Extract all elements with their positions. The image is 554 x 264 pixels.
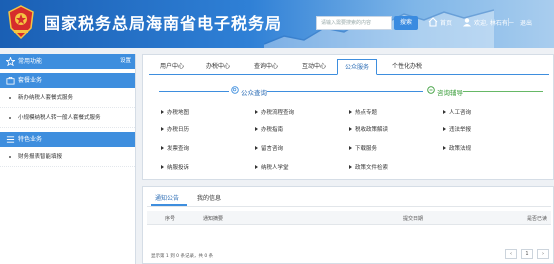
link-download[interactable]: 下载服务 [348, 144, 377, 152]
tax-emblem-logo [8, 5, 34, 40]
column-header-index: 序号 [165, 216, 176, 222]
tab-public-service[interactable]: 公众服务 [337, 59, 377, 75]
sidebar-item-new-taxpayer[interactable]: 新办纳税人套餐式服务 [0, 88, 135, 108]
table-header: 序号 通知摘要 提交日期 是否已读 [147, 211, 551, 225]
link-process-query[interactable]: 办税流程查询 [254, 108, 294, 116]
chat-icon [427, 86, 435, 94]
briefcase-icon [6, 76, 15, 85]
link-invoice-query[interactable]: 发票查询 [160, 144, 189, 152]
section-title-public-query: 公众查询 [241, 89, 267, 97]
sidebar-header-label: 套餐业务 [18, 77, 43, 84]
search-button[interactable]: 搜索 [394, 16, 418, 30]
section-rule [463, 91, 543, 92]
column-header-read: 是否已读 [527, 216, 548, 222]
page-number-button[interactable]: 1 [521, 249, 533, 259]
sidebar-header-special[interactable]: 特色业务 [0, 132, 135, 147]
tab-personalized[interactable]: 个性化办税 [385, 59, 429, 75]
sidebar-header-package[interactable]: 套餐业务 [0, 73, 135, 88]
link-complaint[interactable]: 纳服投诉 [160, 163, 189, 171]
sidebar: 常用功能 设置 套餐业务 新办纳税人套餐式服务 小规模纳税人转一般人套餐式服务 … [0, 54, 136, 264]
section-rule [267, 91, 423, 92]
link-tax-guide[interactable]: 办税指南 [254, 125, 283, 133]
user-icon [463, 18, 471, 27]
tab-my-messages[interactable]: 我的信息 [197, 193, 221, 202]
sidebar-header-common[interactable]: 常用功能 设置 [0, 54, 135, 69]
header-separator [508, 18, 509, 26]
main-panel: 用户中心 办税中心 查询中心 互动中心 公众服务 个性化办税 公众查询 咨询辅导… [142, 54, 554, 180]
link-tax-calendar[interactable]: 办税日历 [160, 125, 189, 133]
next-page-button[interactable]: › [537, 249, 549, 259]
tab-divider [147, 206, 551, 207]
logout-link[interactable]: 退出 [520, 18, 532, 27]
link-tax-map[interactable]: 办税地图 [160, 108, 189, 116]
sidebar-header-label: 特色业务 [18, 136, 43, 143]
link-policy-regulation[interactable]: 政策法规 [442, 144, 471, 152]
column-header-summary: 通知摘要 [203, 216, 224, 222]
list-icon [6, 136, 15, 143]
tab-tax-center[interactable]: 办税中心 [199, 59, 237, 75]
site-title: 国家税务总局海南省电子税务局 [44, 14, 283, 33]
column-header-date: 提交日期 [403, 216, 424, 222]
link-policy-search[interactable]: 政策文件检索 [348, 163, 388, 171]
link-policy-interpretation[interactable]: 税收政策解读 [348, 125, 388, 133]
sidebar-header-label: 常用功能 [18, 58, 43, 65]
tab-user-center[interactable]: 用户中心 [153, 59, 191, 75]
link-manual-consult[interactable]: 人工咨询 [442, 108, 471, 116]
settings-link[interactable]: 设置 [120, 54, 131, 69]
section-title-consult: 咨询辅导 [437, 89, 463, 97]
sidebar-item-small-scale[interactable]: 小规模纳税人转一般人套餐式服务 [0, 108, 135, 128]
prev-page-button[interactable]: ‹ [505, 249, 517, 259]
search-input[interactable]: 请输入需要搜索的内容 [316, 16, 392, 30]
link-taxpayer-school[interactable]: 纳税人学堂 [255, 163, 289, 171]
site-header: 国家税务总局海南省电子税务局 请输入需要搜索的内容 搜索 首页 欢迎, 林石有一… [0, 0, 554, 48]
link-report-violation[interactable]: 违法举报 [442, 125, 471, 133]
notice-panel: 通知公告 我的信息 序号 通知摘要 提交日期 是否已读 显示第 1 到 0 条记… [142, 186, 554, 264]
tab-interaction-center[interactable]: 互动中心 [295, 59, 333, 75]
star-icon [6, 57, 15, 66]
pagination-info: 显示第 1 到 0 条记录，共 0 条 [151, 254, 214, 259]
tab-query-center[interactable]: 查询中心 [247, 59, 285, 75]
search-circle-icon [231, 86, 239, 94]
home-link[interactable]: 首页 [440, 18, 452, 27]
section-rule [159, 91, 229, 92]
tab-notices[interactable]: 通知公告 [155, 193, 179, 202]
sidebar-item-financial-report[interactable]: 财务报表智能填报 [0, 147, 135, 167]
link-message[interactable]: 留言咨询 [254, 144, 283, 152]
link-hot-topics[interactable]: 热点专题 [348, 108, 377, 116]
home-icon[interactable] [428, 17, 438, 27]
